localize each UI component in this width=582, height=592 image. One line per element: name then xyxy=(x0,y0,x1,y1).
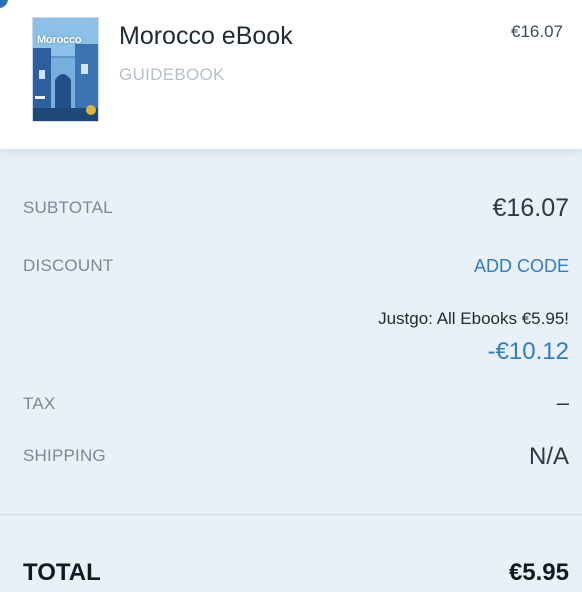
tax-label: TAX xyxy=(23,394,56,413)
subtotal-label: SUBTOTAL xyxy=(23,198,113,217)
discount-amount: -€10.12 xyxy=(487,338,569,365)
item-title[interactable]: Morocco eBook xyxy=(119,22,293,51)
checkout-summary-panel: Morocco Morocco eBook GUIDEBOOK €16.07 S… xyxy=(0,0,582,592)
total-value: €5.95 xyxy=(508,559,569,586)
corner-accent xyxy=(0,0,8,8)
cover-title-text: Morocco xyxy=(37,34,82,46)
shipping-value: N/A xyxy=(528,443,569,470)
add-code-link[interactable]: ADD CODE xyxy=(474,256,569,277)
subtotal-value: €16.07 xyxy=(492,194,569,222)
total-divider xyxy=(0,514,582,515)
book-cover-image: Morocco xyxy=(32,17,99,122)
promo-description: Justgo: All Ebooks €5.95! xyxy=(378,309,569,328)
item-price: €16.07 xyxy=(511,22,563,41)
item-type-label: GUIDEBOOK xyxy=(119,65,225,84)
shipping-label: SHIPPING xyxy=(23,446,106,465)
cart-item-card: Morocco Morocco eBook GUIDEBOOK €16.07 xyxy=(0,0,582,149)
total-label: TOTAL xyxy=(23,559,101,586)
tax-value: – xyxy=(556,390,569,415)
discount-label: DISCOUNT xyxy=(23,256,114,275)
